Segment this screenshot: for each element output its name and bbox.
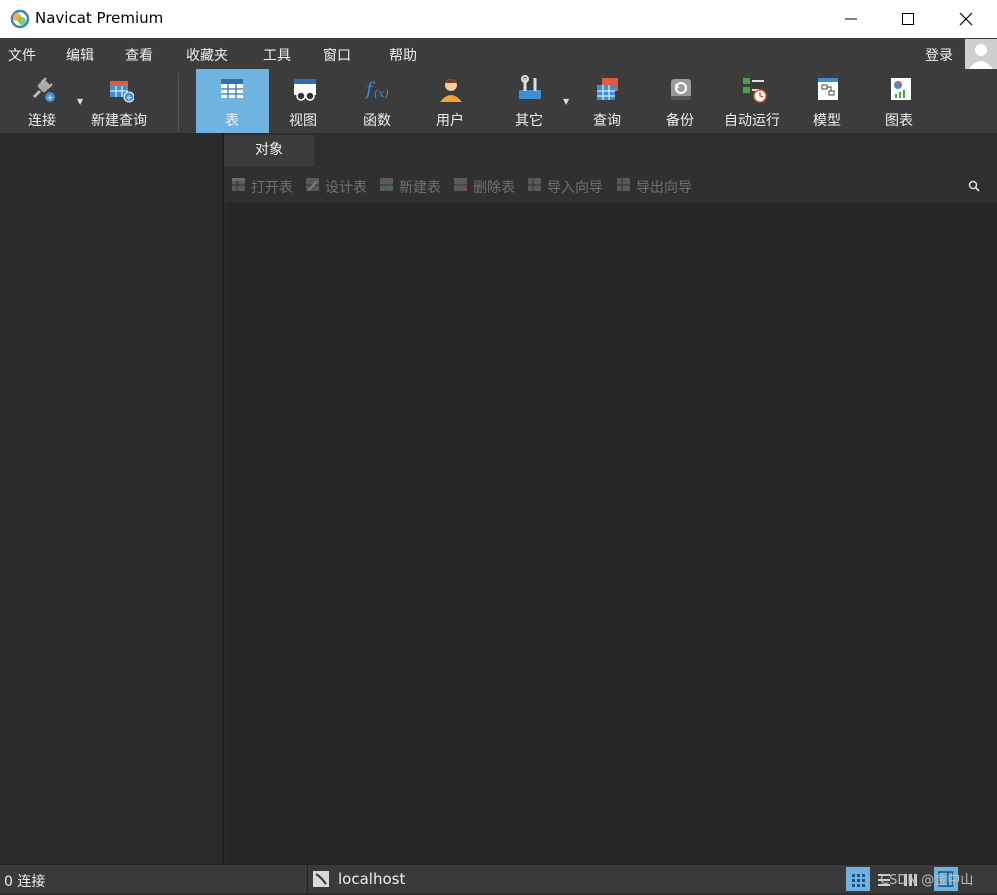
delete-table-label: 删除表	[473, 180, 515, 196]
other-button[interactable]: 其它	[498, 69, 564, 133]
function-fx-icon: f (x)	[364, 79, 389, 100]
objects-content-area[interactable]	[228, 203, 997, 864]
export-wizard-label: 导出向导	[636, 180, 692, 196]
function-label: 函数	[363, 113, 391, 129]
design-table-icon	[306, 178, 319, 191]
toolbar-separator	[178, 73, 179, 131]
design-table-label: 设计表	[325, 180, 367, 196]
status-bar: 0 连接 localhost CSDN @金中山	[0, 864, 997, 893]
svg-text:+: +	[46, 94, 54, 104]
delete-table-icon	[454, 178, 467, 191]
svg-text:(x): (x)	[374, 87, 389, 100]
table-icon	[221, 79, 243, 98]
current-host: localhost	[338, 870, 406, 888]
other-label: 其它	[515, 113, 543, 129]
menu-edit[interactable]: 编辑	[66, 45, 94, 65]
new-query-label: 新建查询	[91, 113, 147, 129]
view-button[interactable]: 视图	[272, 69, 338, 133]
model-button[interactable]: 模型	[795, 69, 861, 133]
status-divider	[307, 865, 308, 893]
menu-bar: 文件 编辑 查看 收藏夹 工具 窗口 帮助 登录	[0, 38, 997, 69]
view-icon	[294, 79, 316, 101]
other-dropdown-icon[interactable]: ▼	[563, 97, 569, 106]
menu-favorites[interactable]: 收藏夹	[186, 45, 228, 65]
search-icon[interactable]	[968, 180, 980, 192]
chart-button[interactable]: 图表	[868, 69, 934, 133]
tools-wrench-icon	[519, 75, 541, 99]
connect-button[interactable]: + 连接	[10, 69, 80, 133]
main-toolbar: + 连接 ▼ + 新建查询 表 视图 f (x) 函数 用户 其它 ▼ 查询 备…	[0, 69, 997, 133]
navicat-logo-icon	[10, 9, 30, 29]
open-table-label: 打开表	[251, 180, 293, 196]
close-button[interactable]	[937, 0, 995, 38]
connection-count: 0 连接	[4, 874, 46, 890]
chart-icon	[891, 78, 911, 100]
new-query-button[interactable]: + 新建查询	[88, 69, 168, 133]
query-button[interactable]: 查询	[575, 69, 641, 133]
svg-text:+: +	[125, 94, 133, 104]
automation-label: 自动运行	[724, 113, 780, 129]
login-link[interactable]: 登录	[925, 45, 953, 65]
grid-view-button[interactable]	[846, 867, 870, 891]
menu-window[interactable]: 窗口	[323, 45, 351, 65]
menu-tools[interactable]: 工具	[263, 45, 291, 65]
view-label: 视图	[289, 113, 317, 129]
automation-checklist-icon	[743, 78, 767, 103]
minimize-button[interactable]	[822, 0, 880, 38]
csdn-watermark: CSDN @金中山	[880, 873, 974, 888]
chart-label: 图表	[885, 113, 913, 129]
backup-label: 备份	[666, 113, 694, 129]
query-icon	[597, 78, 618, 100]
model-label: 模型	[813, 113, 841, 129]
connect-dropdown-icon[interactable]: ▼	[77, 97, 83, 106]
function-button[interactable]: f (x) 函数	[345, 69, 411, 133]
menu-file[interactable]: 文件	[8, 45, 36, 65]
menu-help[interactable]: 帮助	[389, 45, 417, 65]
open-table-icon	[232, 178, 245, 191]
new-table-label: 新建表	[399, 180, 441, 196]
import-icon	[528, 178, 541, 191]
import-wizard-label: 导入向导	[547, 180, 603, 196]
tab-objects[interactable]: 对象	[224, 135, 314, 166]
maximize-icon	[902, 13, 914, 25]
backup-icon	[671, 79, 691, 100]
close-icon	[959, 12, 973, 26]
connection-tree-panel[interactable]	[0, 133, 224, 864]
grid-view-icon	[852, 874, 865, 887]
menu-view[interactable]: 查看	[125, 45, 153, 65]
connect-label: 连接	[28, 113, 56, 129]
user-icon	[440, 79, 462, 102]
user-label: 用户	[436, 113, 464, 129]
object-toolbar: 打开表 设计表 新建表 删除表 导入向导 导出向导	[224, 166, 997, 202]
window-title: Navicat Premium	[35, 9, 164, 27]
export-icon	[617, 178, 630, 191]
automation-button[interactable]: 自动运行	[720, 69, 790, 133]
query-label: 查询	[593, 113, 621, 129]
minimize-icon	[845, 18, 857, 20]
user-avatar-icon	[969, 44, 993, 69]
model-icon	[818, 78, 838, 100]
tab-bar: 对象	[224, 133, 997, 166]
user-button[interactable]: 用户	[418, 69, 484, 133]
maximize-button[interactable]	[879, 0, 937, 38]
connect-plug-icon: +	[32, 77, 55, 104]
title-bar: Navicat Premium	[0, 0, 997, 38]
new-table-icon	[380, 178, 393, 191]
backup-button[interactable]: 备份	[648, 69, 714, 133]
new-query-icon: +	[110, 81, 134, 104]
table-button[interactable]: 表	[196, 69, 269, 133]
user-avatar[interactable]	[965, 39, 997, 69]
table-label: 表	[225, 113, 239, 129]
server-host-icon	[313, 871, 329, 887]
